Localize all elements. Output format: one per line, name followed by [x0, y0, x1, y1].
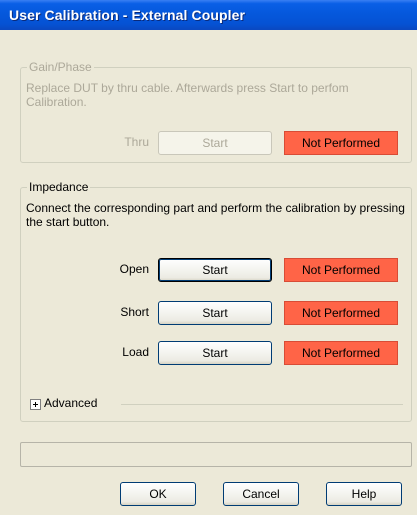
advanced-label[interactable]: Advanced — [44, 396, 97, 410]
thru-start-button[interactable]: Start — [158, 131, 272, 155]
window-title: User Calibration - External Coupler — [9, 7, 246, 23]
load-label: Load — [122, 345, 149, 359]
ok-button[interactable]: OK — [120, 482, 196, 506]
open-label: Open — [119, 262, 149, 276]
advanced-separator — [121, 404, 403, 405]
impedance-description: Connect the corresponding part and perfo… — [26, 201, 405, 229]
calibration-dialog: User Calibration - External Coupler Gain… — [0, 0, 417, 515]
status-bar — [20, 442, 412, 467]
open-status-badge: Not Performed — [284, 258, 398, 282]
gain-phase-description: Replace DUT by thru cable. Afterwards pr… — [26, 81, 349, 109]
cancel-button[interactable]: Cancel — [223, 482, 299, 506]
short-start-button[interactable]: Start — [158, 301, 272, 325]
gain-phase-legend: Gain/Phase — [27, 60, 94, 74]
gain-phase-group: Gain/Phase Replace DUT by thru cable. Af… — [20, 60, 412, 163]
open-start-button[interactable]: Start — [158, 258, 272, 282]
load-start-button[interactable]: Start — [158, 341, 272, 365]
short-label: Short — [120, 305, 149, 319]
help-button[interactable]: Help — [326, 482, 402, 506]
load-status-badge: Not Performed — [284, 341, 398, 365]
plus-expander-icon[interactable] — [30, 399, 41, 410]
thru-label: Thru — [124, 135, 149, 149]
impedance-legend: Impedance — [27, 180, 91, 194]
title-bar[interactable]: User Calibration - External Coupler — [0, 0, 417, 30]
impedance-group: Impedance Connect the corresponding part… — [20, 180, 412, 422]
short-status-badge: Not Performed — [284, 301, 398, 325]
thru-status-badge: Not Performed — [284, 131, 398, 155]
